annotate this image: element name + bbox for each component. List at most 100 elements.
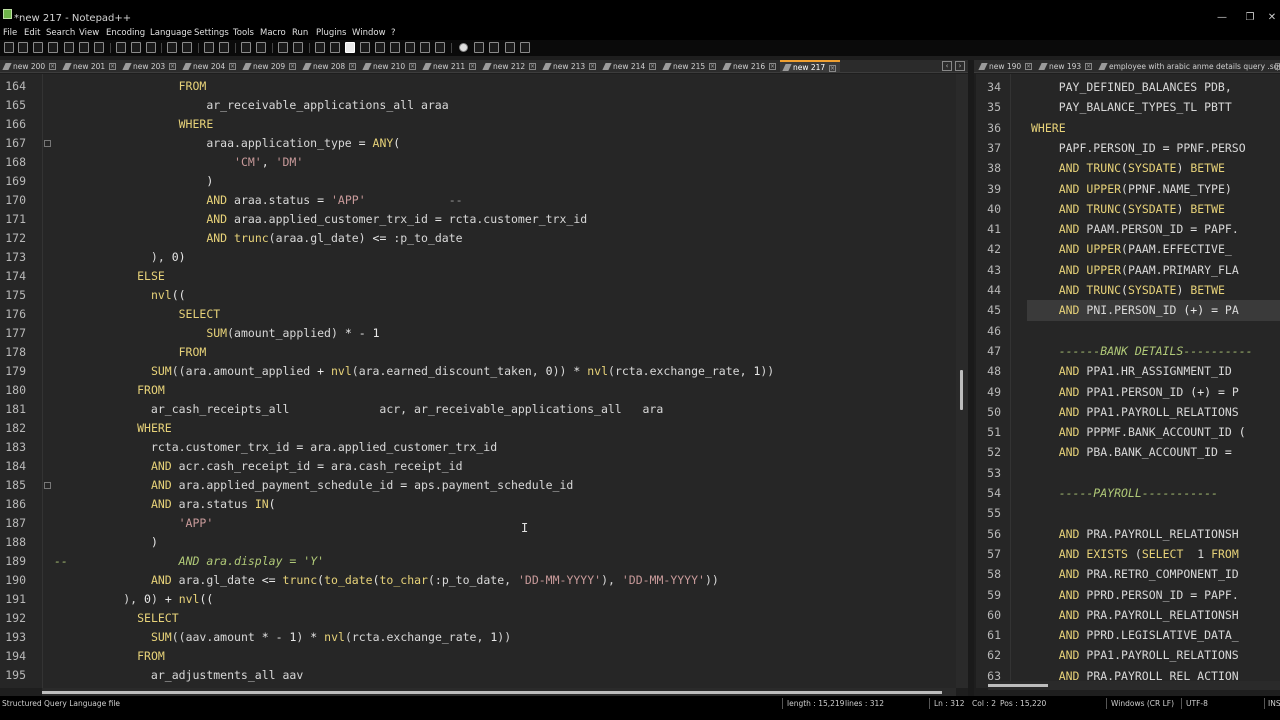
menu-view[interactable]: View (79, 28, 99, 39)
tab-new-217[interactable]: new 217 × (780, 60, 840, 73)
view-splitter[interactable] (968, 60, 974, 696)
menu-settings[interactable]: Settings (194, 28, 229, 39)
tab-close-icon[interactable]: × (1275, 63, 1280, 70)
tab-new-212[interactable]: new 212 × (480, 60, 540, 73)
find-icon[interactable] (204, 42, 214, 53)
tab-close-icon[interactable]: × (769, 63, 776, 70)
tab-close-icon[interactable]: × (409, 63, 416, 70)
tab-new-214[interactable]: new 214 × (600, 60, 660, 73)
function-list-icon[interactable] (390, 42, 400, 53)
tab-close-icon[interactable]: × (1085, 63, 1092, 70)
tab-new-201[interactable]: new 201 × (60, 60, 120, 73)
tab-new-209[interactable]: new 209 × (240, 60, 300, 73)
tab-close-icon[interactable]: × (49, 63, 56, 70)
tab-close-icon[interactable]: × (649, 63, 656, 70)
tab-new-208[interactable]: new 208 × (300, 60, 360, 73)
tab-close-icon[interactable]: × (469, 63, 476, 70)
menu-macro[interactable]: Macro (260, 28, 286, 39)
document-map-icon[interactable] (375, 42, 385, 53)
redo-icon[interactable] (182, 42, 192, 53)
paste-icon[interactable] (146, 42, 156, 53)
stop-recording-icon[interactable] (474, 42, 484, 53)
fold-toggle-icon[interactable] (44, 482, 51, 489)
menu-window[interactable]: Window (352, 28, 386, 39)
tab-close-icon[interactable]: × (229, 63, 236, 70)
minimize-button[interactable]: — (1212, 12, 1232, 23)
monitoring-icon[interactable] (420, 42, 430, 53)
tab-new-213[interactable]: new 213 × (540, 60, 600, 73)
tab-close-icon[interactable]: × (109, 63, 116, 70)
status-encoding[interactable]: UTF-8 (1186, 699, 1208, 708)
print-icon[interactable] (94, 42, 104, 53)
udl-icon[interactable] (360, 42, 370, 53)
menu-help[interactable]: ? (391, 28, 396, 39)
tab-close-icon[interactable]: × (529, 63, 536, 70)
close-file-icon[interactable] (64, 42, 74, 53)
tab-close-icon[interactable]: × (1025, 63, 1032, 70)
right-editor[interactable]: 34 PAY_DEFINED_BALANCES PDB, 35 PAY_BALAN… (976, 74, 1280, 688)
menu-edit[interactable]: Edit (24, 28, 40, 39)
fold-toggle-icon[interactable] (44, 140, 51, 147)
tab-close-icon[interactable]: × (589, 63, 596, 70)
tab-close-icon[interactable]: × (709, 63, 716, 70)
menu-tools[interactable]: Tools (233, 28, 254, 39)
folder-as-workspace-icon[interactable] (405, 42, 415, 53)
save-all-icon[interactable] (48, 42, 58, 53)
right-hscroll-thumb[interactable] (988, 684, 1048, 687)
run-macro-multiple-icon[interactable] (505, 42, 515, 53)
left-vertical-scrollbar[interactable] (956, 74, 968, 688)
left-scrollbar-thumb[interactable] (960, 370, 963, 410)
tab-close-icon[interactable]: × (829, 65, 836, 72)
tab-close-icon[interactable]: × (289, 63, 296, 70)
menu-language[interactable]: Language (150, 28, 192, 39)
word-wrap-icon[interactable] (315, 42, 325, 53)
tab-new-193[interactable]: new 193 × (1036, 60, 1096, 73)
fold-margin[interactable] (1010, 74, 1028, 688)
menu-run[interactable]: Run (292, 28, 308, 39)
line-number: 188 (5, 535, 26, 549)
menu-search[interactable]: Search (46, 28, 75, 39)
zoom-in-icon[interactable] (241, 42, 251, 53)
play-macro-icon[interactable] (489, 42, 499, 53)
menu-encoding[interactable]: Encoding (106, 28, 145, 39)
indent-guide-icon[interactable] (345, 42, 355, 53)
tab-new-190[interactable]: new 190 × (976, 60, 1036, 73)
zoom-out-icon[interactable] (256, 42, 266, 53)
tab-close-icon[interactable]: × (349, 63, 356, 70)
tab-scroll-right-icon[interactable]: › (955, 61, 965, 71)
show-all-characters-icon[interactable] (330, 42, 340, 53)
new-file-icon[interactable] (4, 42, 14, 53)
save-macro-icon[interactable] (520, 42, 530, 53)
menu-plugins[interactable]: Plugins (316, 28, 346, 39)
tab-new-204[interactable]: new 204 × (180, 60, 240, 73)
fold-margin[interactable] (42, 74, 52, 688)
cut-icon[interactable] (116, 42, 126, 53)
maximize-button[interactable]: ❐ (1240, 12, 1260, 23)
tab-new-211[interactable]: new 211 × (420, 60, 480, 73)
status-eol[interactable]: Windows (CR LF) (1111, 699, 1174, 708)
tab-new-215[interactable]: new 215 × (660, 60, 720, 73)
tab-new-200[interactable]: new 200 × (0, 60, 60, 73)
sync-horizontal-icon[interactable] (293, 42, 303, 53)
panel-icon[interactable] (435, 42, 445, 53)
tab-scroll-left-icon[interactable]: ‹ (942, 61, 952, 71)
copy-icon[interactable] (131, 42, 141, 53)
close-window-button[interactable]: ✕ (1262, 12, 1280, 23)
replace-icon[interactable] (219, 42, 229, 53)
close-all-icon[interactable] (79, 42, 89, 53)
left-hscroll-thumb[interactable] (42, 691, 942, 694)
tab-new-216[interactable]: new 216 × (720, 60, 780, 73)
undo-icon[interactable] (167, 42, 177, 53)
left-editor[interactable]: 164 FROM 165 ar_receivable_applications_a… (0, 74, 956, 688)
tab-new-210[interactable]: new 210 × (360, 60, 420, 73)
sync-vertical-icon[interactable] (278, 42, 288, 53)
tab-close-icon[interactable]: × (169, 63, 176, 70)
record-macro-icon[interactable] (459, 43, 468, 52)
tab-new-203[interactable]: new 203 × (120, 60, 180, 73)
menu-file[interactable]: File (3, 28, 17, 39)
open-file-icon[interactable] (18, 42, 28, 53)
right-horizontal-scrollbar[interactable] (988, 681, 1280, 690)
save-icon[interactable] (33, 42, 43, 53)
status-insert-mode[interactable]: INS (1268, 699, 1280, 708)
tab-employee-with-arabic-anme-details-query-sql[interactable]: employee with arabic anme details query … (1096, 60, 1280, 73)
